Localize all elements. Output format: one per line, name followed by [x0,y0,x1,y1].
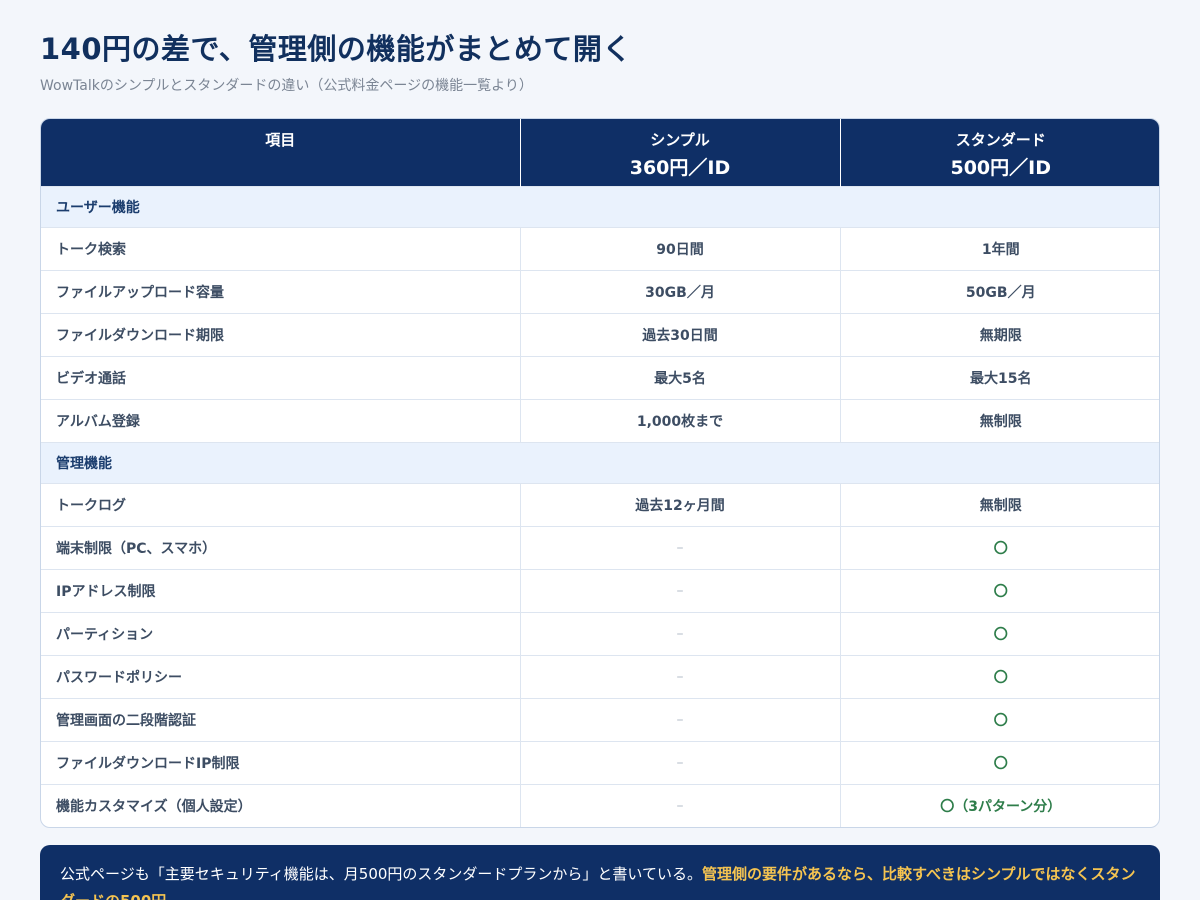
simple-value: – [519,611,840,655]
section-row-admin: 管理機能 [41,441,1159,483]
standard-value: 50GB／月 [839,269,1159,313]
simple-value: – [519,697,840,741]
page: 140円の差で、管理側の機能がまとめて開く WowTalkのシンプルとスタンダー… [0,0,1200,900]
table-row: トークログ 過去12ヶ月間 無制限 [41,482,1159,526]
table-row: トーク検索 90日間 1年間 [41,226,1159,270]
table-row: パスワードポリシー – 〇 [41,654,1159,698]
row-label: ビデオ通話 [41,355,520,399]
simple-value: 1,000枚まで [519,398,840,442]
table-row: パーティション – 〇 [41,611,1159,655]
simple-value: 過去30日間 [519,312,840,356]
section-title: ユーザー機能 [41,185,1159,227]
standard-value: 最大15名 [839,355,1159,399]
comparison-table-card: 項目 シンプル 360円／ID スタンダード 500円／ID ユーザー機能 トー… [40,118,1160,828]
table-row: ファイルダウンロード期限 過去30日間 無期限 [41,312,1159,356]
table-row: アルバム登録 1,000枚まで 無制限 [41,398,1159,442]
header-standard: スタンダード 500円／ID [840,119,1159,186]
row-label: トーク検索 [41,226,520,270]
row-label: パスワードポリシー [41,654,520,698]
comparison-table: 項目 シンプル 360円／ID スタンダード 500円／ID ユーザー機能 トー… [41,119,1159,827]
simple-value: 90日間 [519,226,840,270]
standard-value: 無制限 [839,398,1159,442]
header-simple-price: 360円／ID [629,157,731,179]
table-row: 管理画面の二段階認証 – 〇 [41,697,1159,741]
standard-value: 〇 [839,740,1159,784]
row-label: 管理画面の二段階認証 [41,697,520,741]
standard-value: 〇（3パターン分） [839,783,1159,827]
section-row-user: ユーザー機能 [41,185,1159,227]
section-title: 管理機能 [41,441,1159,483]
standard-value: 〇 [839,525,1159,569]
simple-value: – [519,568,840,612]
standard-value: 無制限 [839,482,1159,526]
standard-value: 1年間 [839,226,1159,270]
row-label: ファイルダウンロード期限 [41,312,520,356]
standard-value: 〇 [839,654,1159,698]
simple-value: – [519,654,840,698]
simple-value: 過去12ヶ月間 [519,482,840,526]
row-label: パーティション [41,611,520,655]
table-row: ファイルダウンロードIP制限 – 〇 [41,740,1159,784]
header-simple-name: シンプル [650,131,710,149]
header-simple: シンプル 360円／ID [520,119,841,186]
simple-value: – [519,783,840,827]
row-label: 機能カスタマイズ（個人設定） [41,783,520,827]
table-row: 機能カスタマイズ（個人設定） – 〇（3パターン分） [41,783,1159,827]
simple-value: 最大5名 [519,355,840,399]
page-title: 140円の差で、管理側の機能がまとめて開く [40,32,632,66]
standard-value: 〇 [839,697,1159,741]
standard-value: 〇 [839,568,1159,612]
simple-value: – [519,740,840,784]
table-row: ファイルアップロード容量 30GB／月 50GB／月 [41,269,1159,313]
standard-value: 〇 [839,611,1159,655]
simple-value: – [519,525,840,569]
table-body: ユーザー機能 トーク検索 90日間 1年間 ファイルアップロード容量 30GB／… [41,185,1159,827]
row-label: ファイルダウンロードIP制限 [41,740,520,784]
header-item: 項目 [41,119,521,186]
row-label: アルバム登録 [41,398,520,442]
page-subtitle: WowTalkのシンプルとスタンダードの違い（公式料金ページの機能一覧より） [40,78,533,94]
standard-value: 無期限 [839,312,1159,356]
header-item-label: 項目 [265,131,296,149]
row-label: トークログ [41,482,520,526]
simple-value: 30GB／月 [519,269,840,313]
summary-note: 公式ページも「主要セキュリティ機能は、月500円のスタンダードプランから」と書い… [40,845,1160,900]
table-row: IPアドレス制限 – 〇 [41,568,1159,612]
row-label: IPアドレス制限 [41,568,520,612]
table-row: 端末制限（PC、スマホ） – 〇 [41,525,1159,569]
table-header-row: 項目 シンプル 360円／ID スタンダード 500円／ID [41,119,1159,186]
header-standard-name: スタンダード [955,131,1046,149]
table-row: ビデオ通話 最大5名 最大15名 [41,355,1159,399]
note-text: 公式ページも「主要セキュリティ機能は、月500円のスタンダードプランから」と書い… [60,865,702,883]
row-label: 端末制限（PC、スマホ） [41,525,520,569]
header-standard-price: 500円／ID [950,157,1051,179]
row-label: ファイルアップロード容量 [41,269,520,313]
